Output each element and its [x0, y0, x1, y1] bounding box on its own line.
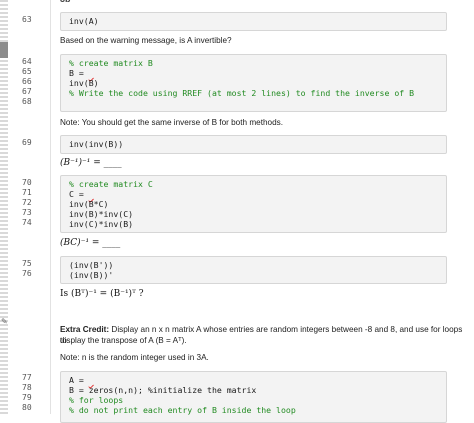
- line-number: 72: [22, 198, 32, 207]
- line-number: 73: [22, 208, 32, 217]
- code-cell-inv-a[interactable]: inv(A): [60, 12, 447, 31]
- left-margin-strip: [0, 0, 8, 414]
- code-comment: % create matrix C: [69, 179, 153, 189]
- left-scroll-tab[interactable]: [0, 42, 8, 58]
- code-cell-matrix-c[interactable]: % create matrix C C = inv(B*C) inv(B)*in…: [60, 175, 447, 233]
- line-number: 79: [22, 393, 32, 402]
- line-number: 68: [22, 97, 32, 106]
- section-heading-cut: 3b: [60, 0, 71, 4]
- code-line: inv(B)*inv(C): [69, 209, 134, 219]
- line-number: 70: [22, 178, 32, 187]
- line-number: 75: [22, 259, 32, 268]
- line-number: 67: [22, 87, 32, 96]
- code-line: inv(A): [69, 16, 99, 26]
- gutter-divider: [50, 0, 51, 414]
- code-line: (inv(B')): [69, 260, 114, 270]
- line-number: 76: [22, 269, 32, 278]
- extra-credit-line-2: display the transpose of A (B = Aᵀ).: [60, 336, 187, 345]
- line-number: 65: [22, 67, 32, 76]
- error-marker: [89, 189, 94, 199]
- code-comment: % for loops: [69, 395, 124, 405]
- line-number: 74: [22, 218, 32, 227]
- note-n: Note: n is the random integer used in 3A…: [60, 353, 209, 362]
- extra-credit-title: Extra Credit:: [60, 325, 110, 334]
- error-marker: [89, 375, 94, 385]
- line-number: 78: [22, 383, 32, 392]
- line-number: 69: [22, 138, 32, 147]
- code-line: inv(B*C): [69, 199, 109, 209]
- code-line: A =: [69, 375, 94, 385]
- error-marker: [89, 68, 94, 78]
- code-cell-transpose[interactable]: (inv(B')) (inv(B))': [60, 256, 447, 284]
- pencil-icon: ✎: [1, 317, 8, 326]
- line-number: 63: [22, 15, 32, 24]
- line-number: 71: [22, 188, 32, 197]
- question-invertible: Based on the warning message, is A inver…: [60, 36, 232, 45]
- code-cell-matrix-b[interactable]: % create matrix B B = inv(B) % Write the…: [60, 54, 447, 112]
- code-line: inv(B): [69, 78, 99, 88]
- math-bc-inverse: (BC)⁻¹ = ____: [60, 238, 121, 248]
- code-line: inv(inv(B)): [69, 139, 124, 149]
- code-line: (inv(B))': [69, 270, 114, 280]
- code-line: C =: [69, 189, 94, 199]
- note-same-inverse: Note: You should get the same inverse of…: [60, 118, 284, 127]
- code-comment: % create matrix B: [69, 58, 153, 68]
- code-cell-extra-credit[interactable]: A = B = zeros(n,n); %initialize the matr…: [60, 371, 447, 423]
- code-line: inv(C)*inv(B): [69, 219, 134, 229]
- line-number: 66: [22, 77, 32, 86]
- line-number: 80: [22, 403, 32, 412]
- line-number: 77: [22, 373, 32, 382]
- math-inverse-of-inverse: (B⁻¹)⁻¹ = ____: [60, 158, 122, 168]
- code-cell-inv-inv-b[interactable]: inv(inv(B)): [60, 135, 447, 154]
- code-comment: % Write the code using RREF (at most 2 l…: [69, 88, 415, 98]
- code-line: B =: [69, 68, 94, 78]
- math-transpose-question: Is (Bᵀ)⁻¹ = (B⁻¹)ᵀ ?: [60, 289, 144, 299]
- line-number: 64: [22, 57, 32, 66]
- code-line: B = zeros(n,n); %initialize the matrix: [69, 385, 257, 395]
